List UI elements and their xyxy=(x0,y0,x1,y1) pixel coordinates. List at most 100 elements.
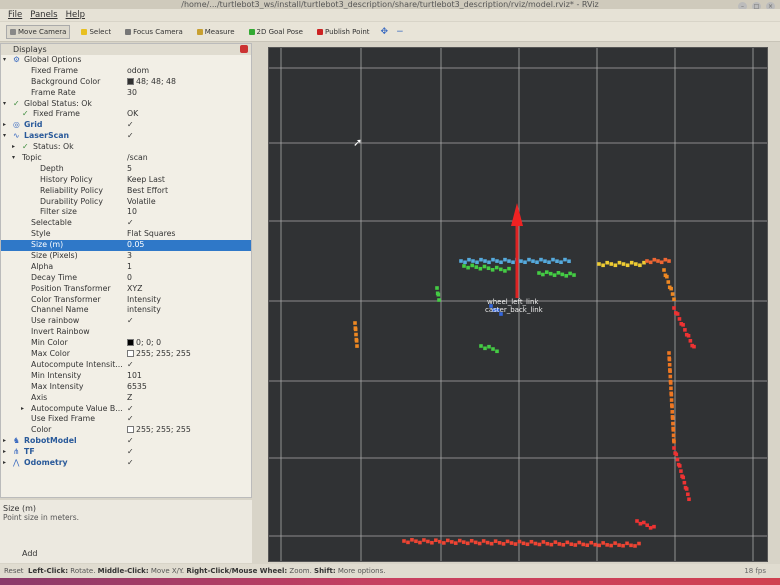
property-row[interactable]: Decay Time 0 xyxy=(1,273,251,284)
property-row[interactable]: Alpha 1 xyxy=(1,262,251,273)
property-row[interactable]: ✓ Fixed Frame OK xyxy=(1,109,251,120)
minus-icon[interactable]: − xyxy=(396,27,404,37)
property-value[interactable]: ✓ xyxy=(127,436,134,447)
expand-icon[interactable]: ▾ xyxy=(3,131,6,142)
property-row[interactable]: Style Flat Squares xyxy=(1,229,251,240)
property-value[interactable]: Z xyxy=(127,393,132,404)
property-value[interactable]: ✓ xyxy=(127,447,134,458)
property-row[interactable]: ▸ Autocompute Value B... ✓ xyxy=(1,404,251,415)
property-row[interactable]: ▸ ⋀ Odometry ✓ xyxy=(1,458,251,469)
property-value[interactable]: XYZ xyxy=(127,284,142,295)
property-row[interactable]: Max Intensity 6535 xyxy=(1,382,251,393)
expand-icon[interactable]: ▸ xyxy=(3,120,6,131)
tool-move-camera[interactable]: Move Camera xyxy=(6,24,71,39)
property-row[interactable]: ▸ ♞ RobotModel ✓ xyxy=(1,436,251,447)
property-value[interactable]: ✓ xyxy=(127,218,134,229)
property-value[interactable]: 101 xyxy=(127,371,142,382)
add-button[interactable]: Add xyxy=(22,549,38,558)
property-value[interactable]: 1 xyxy=(127,262,132,273)
property-value[interactable]: 255; 255; 255 xyxy=(127,425,191,436)
property-row[interactable]: Fixed Frame odom xyxy=(1,66,251,77)
property-value[interactable]: OK xyxy=(127,109,138,120)
property-row[interactable]: Depth 5 xyxy=(1,164,251,175)
property-value[interactable]: ✓ xyxy=(127,131,134,142)
property-row[interactable]: Min Intensity 101 xyxy=(1,371,251,382)
property-row[interactable]: Frame Rate 30 xyxy=(1,88,251,99)
expand-icon[interactable]: ▸ xyxy=(3,447,6,458)
property-row[interactable]: Color 255; 255; 255 xyxy=(1,425,251,436)
3d-viewport[interactable]: wheel_left_link caster_back_link ➚ xyxy=(268,47,768,562)
expand-icon[interactable]: ▸ xyxy=(21,404,24,415)
property-row[interactable]: Reliability Policy Best Effort xyxy=(1,186,251,197)
menu-file[interactable]: File xyxy=(8,9,22,21)
property-row[interactable]: Use Fixed Frame ✓ xyxy=(1,414,251,425)
property-value[interactable]: 0; 0; 0 xyxy=(127,338,161,349)
property-value[interactable]: odom xyxy=(127,66,149,77)
tool-2d-goal-pose[interactable]: 2D Goal Pose xyxy=(246,26,306,38)
property-row[interactable]: Filter size 10 xyxy=(1,207,251,218)
property-row[interactable]: ▸ ◎ Grid ✓ xyxy=(1,120,251,131)
plus-icon[interactable]: ✥ xyxy=(381,27,389,37)
property-value[interactable]: ✓ xyxy=(127,414,134,425)
property-row[interactable]: Size (Pixels) 3 xyxy=(1,251,251,262)
menu-panels[interactable]: Panels xyxy=(30,9,57,21)
property-row[interactable]: Selectable ✓ xyxy=(1,218,251,229)
display-icon: ✓ xyxy=(13,98,20,108)
tool-publish-point[interactable]: Publish Point xyxy=(314,26,373,38)
expand-icon[interactable]: ▾ xyxy=(12,153,15,164)
property-row[interactable]: Axis Z xyxy=(1,393,251,404)
property-value[interactable]: 5 xyxy=(127,164,132,175)
property-value[interactable]: ✓ xyxy=(127,404,134,415)
property-row[interactable]: Size (m) 0.05 xyxy=(1,240,251,252)
property-row[interactable]: Min Color 0; 0; 0 xyxy=(1,338,251,349)
expand-icon[interactable]: ▾ xyxy=(3,99,6,110)
expand-icon[interactable]: ▸ xyxy=(3,436,6,447)
tool-measure[interactable]: Measure xyxy=(194,26,238,38)
menu-help[interactable]: Help xyxy=(66,9,85,21)
property-value[interactable]: 3 xyxy=(127,251,132,262)
property-value[interactable]: ✓ xyxy=(127,360,134,371)
property-value[interactable]: 10 xyxy=(127,207,137,218)
property-row[interactable]: ▾ ⚙ Global Options xyxy=(1,55,251,66)
property-row[interactable]: Autocompute Intensit... ✓ xyxy=(1,360,251,371)
property-row[interactable]: Invert Rainbow xyxy=(1,327,251,338)
property-value[interactable]: 0 xyxy=(127,273,132,284)
property-value[interactable]: 0.05 xyxy=(127,240,144,251)
expand-icon[interactable]: ▾ xyxy=(3,55,6,66)
scene[interactable]: wheel_left_linkcaster_back_link ➚ xyxy=(269,48,768,562)
property-value[interactable]: Keep Last xyxy=(127,175,165,186)
property-row[interactable]: Background Color 48; 48; 48 xyxy=(1,77,251,88)
property-row[interactable]: Max Color 255; 255; 255 xyxy=(1,349,251,360)
expand-icon[interactable]: ▸ xyxy=(3,458,6,469)
expand-icon[interactable]: ▸ xyxy=(12,142,15,153)
property-row[interactable]: History Policy Keep Last xyxy=(1,175,251,186)
reset-button[interactable]: Reset xyxy=(4,567,24,575)
property-value[interactable]: /scan xyxy=(127,153,148,164)
laser-point xyxy=(671,421,675,426)
property-value[interactable]: ✓ xyxy=(127,120,134,131)
property-value[interactable]: 255; 255; 255 xyxy=(127,349,191,360)
property-value[interactable]: Volatile xyxy=(127,197,156,208)
property-value[interactable]: Flat Squares xyxy=(127,229,175,240)
tool-focus-camera[interactable]: Focus Camera xyxy=(122,26,186,38)
property-value[interactable]: Best Effort xyxy=(127,186,168,197)
property-value[interactable]: 6535 xyxy=(127,382,147,393)
property-row[interactable]: Channel Name intensity xyxy=(1,305,251,316)
property-value[interactable]: ✓ xyxy=(127,316,134,327)
close-panel-icon[interactable] xyxy=(240,45,248,53)
property-row[interactable]: ▾ Topic/scan xyxy=(1,153,251,164)
property-value[interactable]: Intensity xyxy=(127,295,161,306)
property-row[interactable]: Durability Policy Volatile xyxy=(1,197,251,208)
property-value[interactable]: intensity xyxy=(127,305,161,316)
property-row[interactable]: ▾ ✓ Global Status: Ok xyxy=(1,99,251,110)
property-row[interactable]: ▸ ✓ Status: Ok xyxy=(1,142,251,153)
property-row[interactable]: Use rainbow ✓ xyxy=(1,316,251,327)
property-row[interactable]: Color Transformer Intensity xyxy=(1,295,251,306)
property-row[interactable]: Position Transformer XYZ xyxy=(1,284,251,295)
property-value[interactable]: ✓ xyxy=(127,458,134,469)
property-value[interactable]: 48; 48; 48 xyxy=(127,77,176,88)
property-row[interactable]: ▾ ∿ LaserScan ✓ xyxy=(1,131,251,142)
property-row[interactable]: ▸ ⋔ TF ✓ xyxy=(1,447,251,458)
tool-select[interactable]: Select xyxy=(78,26,114,38)
property-value[interactable]: 30 xyxy=(127,88,137,99)
